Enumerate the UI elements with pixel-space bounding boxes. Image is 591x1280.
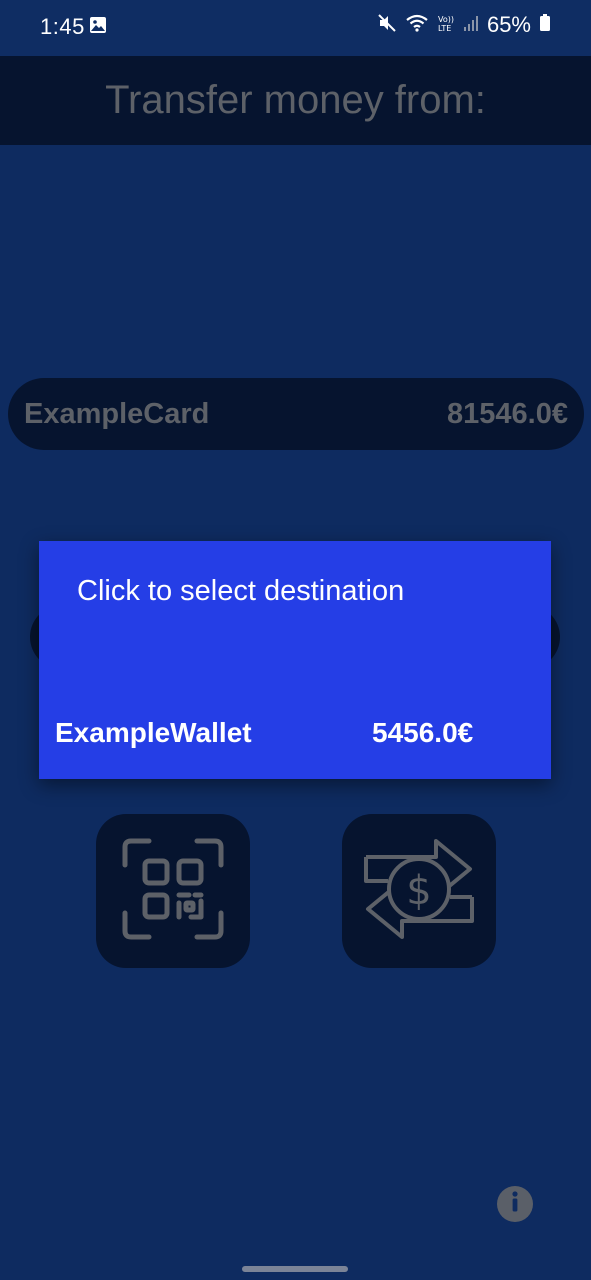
source-card-row[interactable]: ExampleCard 81546.0€	[8, 378, 584, 450]
destination-option-examplewallet[interactable]: ExampleWallet 5456.0€	[39, 709, 551, 759]
status-time: 1:45	[40, 14, 85, 39]
battery-percentage: 65%	[486, 12, 531, 37]
money-transfer-icon: $	[362, 833, 476, 950]
svg-text:$: $	[406, 868, 431, 914]
destination-option-balance: 5456.0€	[372, 717, 474, 748]
qr-scan-button[interactable]	[96, 814, 250, 968]
status-icons: Vo)) LTE 65%	[377, 12, 551, 38]
battery-icon	[539, 13, 551, 37]
image-notification-icon	[89, 16, 107, 39]
page-title: Transfer money from:	[105, 78, 486, 122]
svg-text:LTE: LTE	[438, 24, 451, 33]
signal-icon	[463, 14, 479, 37]
wifi-icon	[405, 13, 429, 38]
source-card-balance: 81546.0€	[447, 397, 568, 430]
app-header: Transfer money from:	[0, 56, 591, 145]
volte-lte-icon: Vo)) LTE	[437, 13, 455, 38]
svg-text:Vo)): Vo))	[438, 15, 454, 24]
gesture-navigation-handle[interactable]	[242, 1266, 348, 1272]
money-transfer-button[interactable]: $	[342, 814, 496, 968]
source-card-name: ExampleCard	[24, 397, 210, 430]
destination-option-name: ExampleWallet	[55, 717, 252, 748]
status-bar: 1:45 Vo)) LTE 65%	[0, 0, 591, 56]
mute-icon	[377, 13, 397, 38]
info-icon	[497, 1184, 533, 1225]
qr-scan-icon	[121, 837, 225, 946]
dialog-title: Click to select destination	[77, 575, 405, 607]
destination-dialog: Click to select destination ExampleWalle…	[39, 541, 551, 779]
info-button[interactable]	[497, 1186, 533, 1222]
